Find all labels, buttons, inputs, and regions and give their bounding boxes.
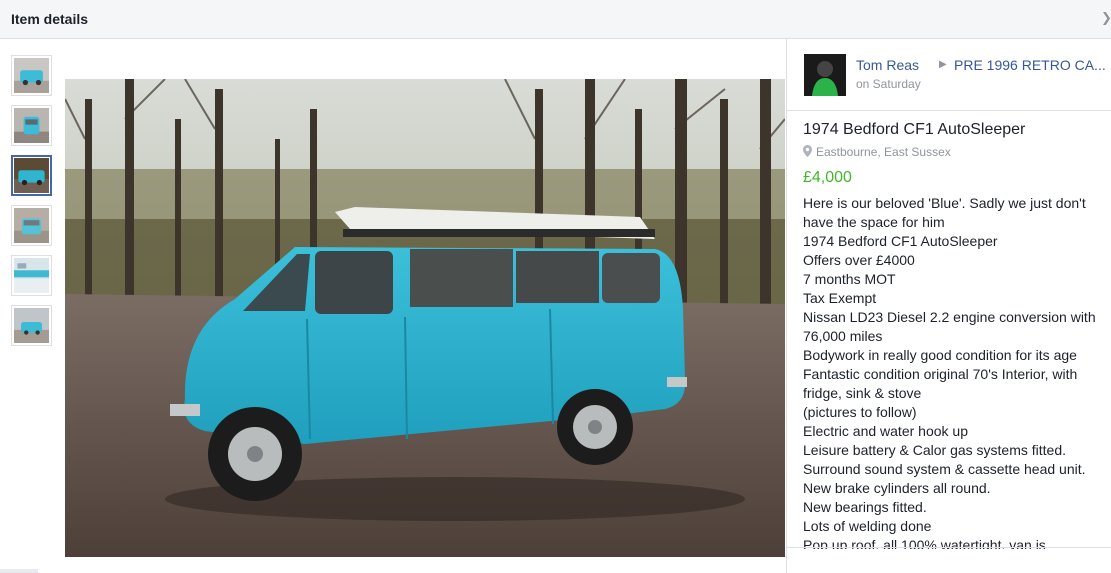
van-thumbnail-image <box>14 308 49 343</box>
description-line: Electric and water hook up <box>803 423 968 439</box>
description-line: Leisure battery & Calor gas systems fitt… <box>803 442 1066 458</box>
item-details-header: Item details ❯ <box>0 0 1111 39</box>
group-name-link[interactable]: PRE 1996 RETRO CA... <box>954 57 1106 73</box>
thumbnail-4[interactable] <box>11 205 52 246</box>
avatar-image <box>804 54 846 96</box>
description-line: Fantastic condition original 70's Interi… <box>803 366 1078 382</box>
description-line: 1974 Bedford CF1 AutoSleeper <box>803 233 998 249</box>
item-price: £4,000 <box>803 169 852 186</box>
description-line: have the space for him <box>803 214 945 230</box>
main-photo[interactable] <box>65 79 785 557</box>
description-line: Nissan LD23 Diesel 2.2 engine conversion… <box>803 309 1096 325</box>
location-pin-icon <box>803 145 812 157</box>
thumbnail-5[interactable] <box>11 255 52 296</box>
description-line: Offers over £4000 <box>803 252 915 268</box>
van-thumbnail-image <box>14 108 49 143</box>
van-thumbnail-image <box>14 158 49 193</box>
thumbnail-2[interactable] <box>11 105 52 146</box>
thumbnail-6[interactable] <box>11 305 52 346</box>
thumbnail-1[interactable] <box>11 55 52 96</box>
van-thumbnail-image <box>14 208 49 243</box>
close-icon[interactable]: ❯ <box>1101 10 1111 26</box>
description-line: Lots of welding done <box>803 518 932 534</box>
seller-name-link[interactable]: Tom Reas <box>856 57 919 73</box>
description-line: New brake cylinders all round. <box>803 480 991 496</box>
van-thumbnail-image <box>14 58 49 93</box>
post-timestamp[interactable]: on Saturday <box>856 77 921 91</box>
description-line: Tax Exempt <box>803 290 877 306</box>
description-line: Surround sound system & cassette head un… <box>803 461 1086 477</box>
interior-thumbnail-image <box>14 258 49 293</box>
scroll-indicator <box>0 569 38 573</box>
description-line: New bearings fitted. <box>803 499 927 515</box>
item-info-panel: Tom Reas ▶ PRE 1996 RETRO CA... on Satur… <box>786 39 1111 573</box>
seller-header: Tom Reas ▶ PRE 1996 RETRO CA... on Satur… <box>804 54 1106 96</box>
item-location: Eastbourne, East Sussex <box>803 145 951 159</box>
header-title: Item details <box>11 11 89 27</box>
description-line: 76,000 miles <box>803 328 883 344</box>
thumbnail-strip <box>11 55 53 355</box>
divider <box>787 547 1111 548</box>
description-line: (pictures to follow) <box>803 404 917 420</box>
description-line: Here is our beloved 'Blue'. Sadly we jus… <box>803 195 1086 211</box>
item-title: 1974 Bedford CF1 AutoSleeper <box>803 121 1026 138</box>
description-line: 7 months MOT <box>803 271 896 287</box>
location-text: Eastbourne, East Sussex <box>816 145 951 159</box>
avatar[interactable] <box>804 54 846 96</box>
description-line: fridge, sink & stove <box>803 385 922 401</box>
description-line: Bodywork in really good condition for it… <box>803 347 1077 363</box>
van-photo <box>65 79 785 557</box>
divider <box>787 110 1111 111</box>
arrow-right-icon: ▶ <box>939 59 947 70</box>
thumbnail-3[interactable] <box>11 155 52 196</box>
item-description: Here is our beloved 'Blue'. Sadly we jus… <box>803 194 1109 549</box>
